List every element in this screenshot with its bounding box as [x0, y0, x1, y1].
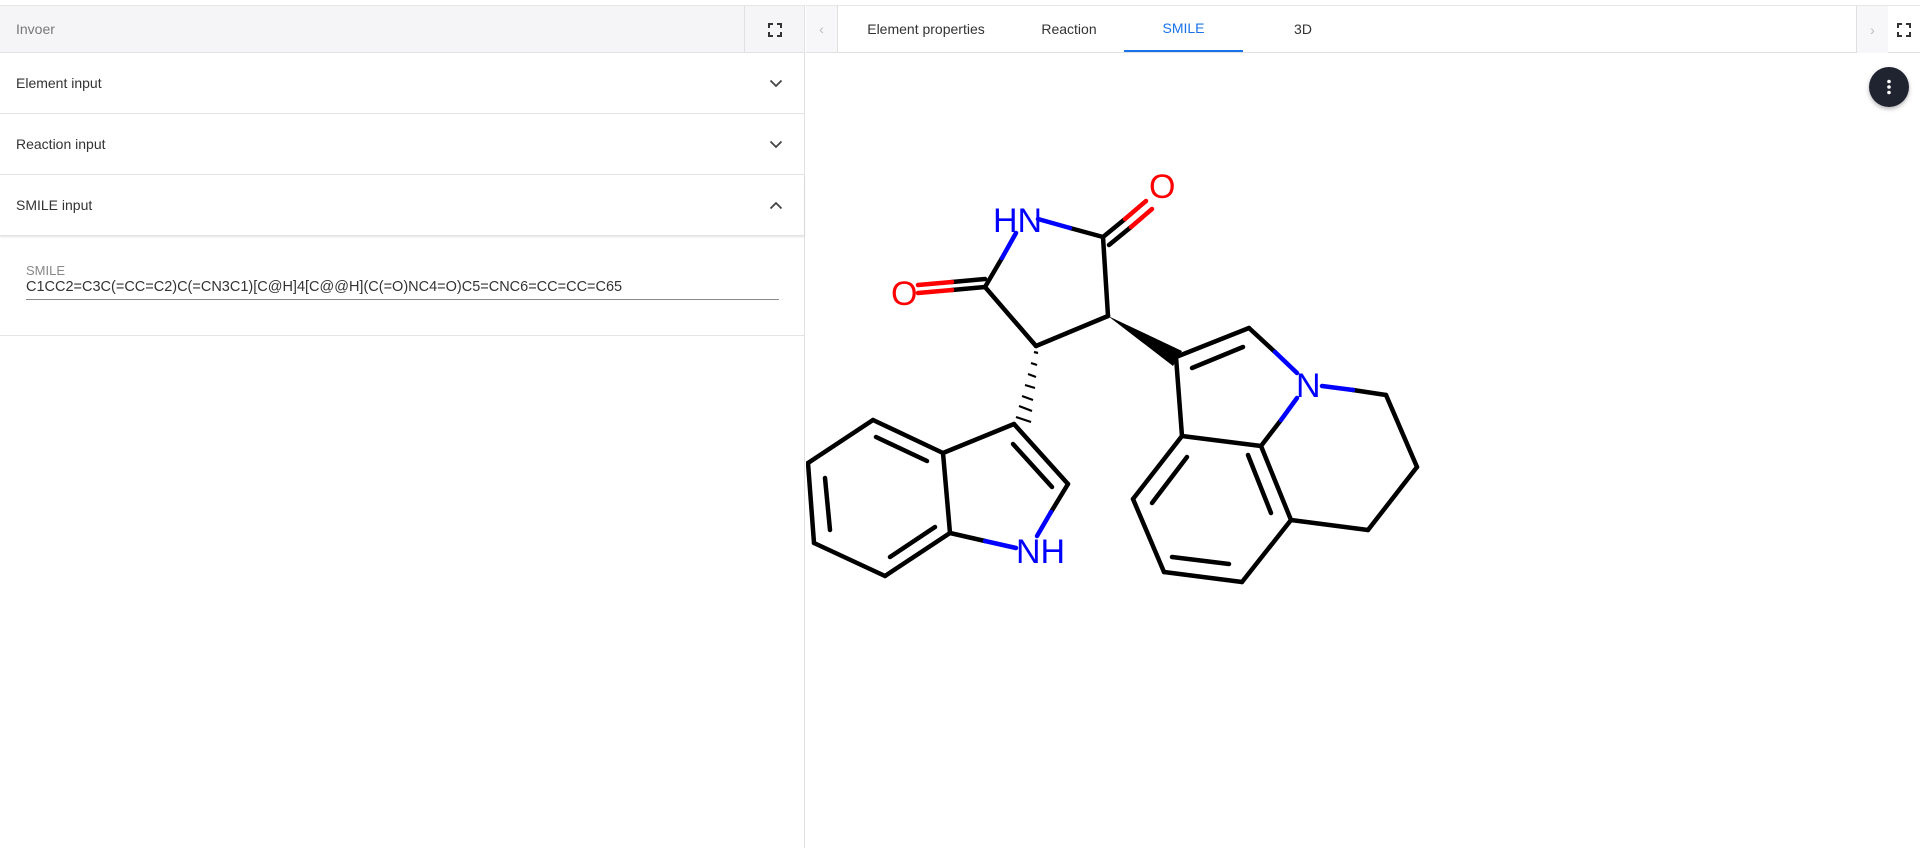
bond: [1350, 387, 1389, 398]
chevron-left-icon[interactable]: ‹: [806, 6, 838, 52]
bond: [1067, 225, 1106, 240]
bond-o: [915, 287, 955, 296]
bond: [1010, 441, 1055, 490]
chevron-right-icon[interactable]: ›: [1856, 6, 1888, 53]
atom-label-o-left: O: [891, 275, 917, 313]
smile-input-section[interactable]: SMILE input: [0, 175, 804, 236]
input-panel: Invoer Element input Reaction input SMIL…: [0, 5, 805, 848]
bond: [1100, 234, 1111, 319]
bond-n: [1319, 383, 1356, 393]
input-panel-title: Invoer: [16, 21, 55, 37]
bond: [1130, 433, 1185, 502]
bond: [870, 417, 946, 456]
smile-text-field[interactable]: C1CC2=C3C(=CC=C2)C(=CN3C1)[C@H]4[C@@H](C…: [26, 279, 779, 300]
bond: [1033, 313, 1111, 349]
chevron-up-icon[interactable]: [764, 193, 788, 217]
element-input-label: Element input: [16, 75, 102, 91]
bond: [822, 475, 833, 533]
bond: [1173, 354, 1185, 439]
bond: [1161, 569, 1245, 585]
smile-input-body: SMILE C1CC2=C3C(=CC=C2)C(=CN3C1)[C@H]4[C…: [0, 236, 804, 336]
fullscreen-button-right[interactable]: [1888, 6, 1920, 53]
smile-input-label: SMILE input: [16, 197, 93, 213]
bond: [940, 421, 1017, 456]
bond: [1130, 496, 1167, 575]
wedge-bond: [1108, 316, 1182, 366]
bond: [1173, 325, 1252, 360]
tab-3d[interactable]: 3D: [1243, 6, 1363, 52]
bond: [940, 450, 953, 536]
app-root: Invoer Element input Reaction input SMIL…: [0, 0, 1920, 848]
bond-n: [1035, 216, 1073, 231]
bond: [1239, 517, 1294, 585]
atom-label-nh-top: HN: [993, 202, 1042, 240]
tab-bar: ‹ Element properties Reaction SMILE 3D ›: [806, 5, 1920, 53]
atom-label-nh-indole: NH: [1016, 533, 1065, 571]
output-panel: ‹ Element properties Reaction SMILE 3D ›: [806, 5, 1920, 848]
bond: [949, 284, 988, 293]
bond: [1189, 344, 1246, 371]
bond: [1246, 325, 1278, 355]
hash-bond: [1015, 350, 1039, 424]
bond: [949, 276, 988, 285]
bond: [1258, 443, 1294, 523]
reaction-input-label: Reaction input: [16, 136, 106, 152]
tab-element-properties[interactable]: Element properties: [838, 6, 1014, 52]
bond: [1288, 517, 1371, 533]
fullscreen-icon: [767, 22, 782, 37]
bond: [806, 460, 817, 546]
bond: [1179, 433, 1264, 449]
bond: [1383, 392, 1420, 470]
chevron-down-icon[interactable]: [764, 132, 788, 156]
input-panel-header: Invoer: [0, 5, 804, 53]
bond-n: [1272, 349, 1300, 376]
molecule-structure: O HN O N NH: [806, 168, 1420, 585]
tab-reaction[interactable]: Reaction: [1014, 6, 1124, 52]
atom-label-n-ring: N: [1296, 367, 1321, 405]
bond: [1149, 454, 1190, 506]
chevron-down-icon[interactable]: [764, 71, 788, 95]
fullscreen-icon: [1897, 22, 1911, 37]
bond-n: [1278, 395, 1300, 423]
smile-field-label: SMILE: [26, 263, 66, 278]
bond: [1365, 464, 1420, 533]
reaction-input-section[interactable]: Reaction input: [0, 114, 804, 175]
bond: [811, 540, 888, 579]
bond-o: [915, 279, 955, 288]
bond: [1258, 417, 1284, 449]
bond: [887, 524, 938, 560]
fullscreen-button-left[interactable]: [744, 6, 804, 53]
bond: [982, 284, 1039, 349]
bond: [947, 530, 988, 544]
bond: [1169, 554, 1232, 567]
atom-label-o-top: O: [1149, 168, 1175, 206]
bond: [806, 417, 876, 466]
bond: [982, 255, 1005, 290]
bond-n: [982, 538, 1019, 551]
tab-smile[interactable]: SMILE: [1124, 6, 1243, 52]
element-input-section[interactable]: Element input: [0, 53, 804, 114]
